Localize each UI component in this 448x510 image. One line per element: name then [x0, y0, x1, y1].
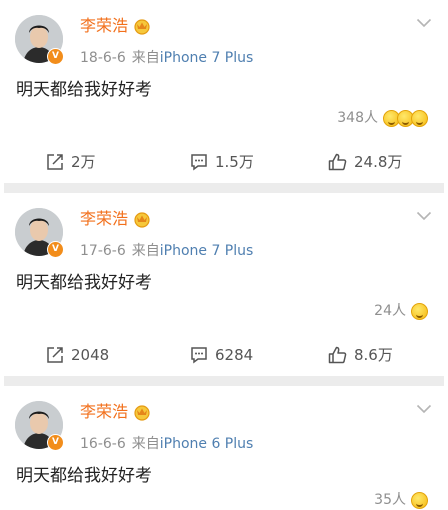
post-text: 明天都给我好好考: [16, 80, 152, 100]
repost-count: 2万: [71, 153, 96, 171]
repost-button[interactable]: 2048: [46, 341, 109, 369]
thumbs-up-icon: [328, 153, 347, 171]
like-button[interactable]: 24.8万: [328, 148, 402, 176]
chevron-down-icon[interactable]: [416, 211, 432, 221]
comment-count: 1.5万: [215, 153, 254, 171]
verified-badge: V: [47, 241, 64, 258]
reaction-emojis: [411, 491, 428, 509]
laugh-emoji-icon: [411, 302, 428, 320]
chevron-down-icon[interactable]: [416, 18, 432, 28]
post-date: 17-6-6: [80, 243, 126, 259]
repost-count: 2048: [71, 346, 110, 364]
thumbs-up-icon: [328, 346, 347, 364]
weibo-post: V 李荣浩 17-6-6 来自iPhone 7 Plus 明天都给我好好考 24人…: [0, 193, 448, 376]
chevron-down-icon[interactable]: [416, 404, 432, 414]
comment-icon: [191, 154, 207, 171]
author-name[interactable]: 李荣浩: [80, 208, 128, 230]
repost-icon: [47, 347, 63, 363]
post-date: 16-6-6: [80, 436, 126, 452]
post-meta: 18-6-6 来自iPhone 7 Plus: [80, 48, 253, 68]
crown-icon: [134, 405, 150, 421]
laugh-emoji-icon: [411, 491, 428, 509]
comment-button[interactable]: 6284: [190, 341, 253, 369]
device-link[interactable]: iPhone 6 Plus: [160, 436, 254, 452]
post-text: 明天都给我好好考: [16, 273, 152, 293]
likes-summary-count: 24人: [374, 303, 406, 319]
crown-icon: [134, 212, 150, 228]
post-divider: [4, 183, 444, 193]
weibo-post: V 李荣浩 16-6-6 来自iPhone 6 Plus 明天都给我好好考 35人: [0, 386, 448, 509]
repost-icon: [47, 154, 63, 170]
likes-summary[interactable]: 35人: [374, 490, 428, 510]
author-name[interactable]: 李荣浩: [80, 401, 128, 423]
like-button[interactable]: 8.6万: [328, 341, 393, 369]
likes-summary-count: 348人: [337, 110, 378, 126]
likes-summary[interactable]: 348人: [337, 108, 428, 128]
crown-icon: [134, 19, 150, 35]
post-meta: 16-6-6 来自iPhone 6 Plus: [80, 434, 253, 454]
source-prefix: 来自: [131, 436, 160, 452]
repost-button[interactable]: 2万: [46, 148, 96, 176]
post-meta: 17-6-6 来自iPhone 7 Plus: [80, 241, 253, 261]
verified-badge: V: [47, 434, 64, 451]
likes-summary[interactable]: 24人: [374, 301, 428, 321]
device-link[interactable]: iPhone 7 Plus: [160, 50, 254, 66]
likes-summary-count: 35人: [374, 492, 406, 508]
source-prefix: 来自: [131, 243, 160, 259]
action-bar: 2048 6284 8.6万: [0, 341, 448, 371]
post-text: 明天都给我好好考: [16, 466, 152, 486]
post-date: 18-6-6: [80, 50, 126, 66]
reaction-emojis: [411, 302, 428, 320]
like-count: 24.8万: [354, 153, 403, 171]
post-divider: [4, 376, 444, 386]
reaction-emojis: [383, 109, 428, 127]
comment-count: 6284: [215, 346, 254, 364]
weibo-post: V 李荣浩 18-6-6 来自iPhone 7 Plus 明天都给我好好考 348…: [0, 0, 448, 183]
verified-badge: V: [47, 48, 64, 65]
device-link[interactable]: iPhone 7 Plus: [160, 243, 254, 259]
comment-icon: [191, 347, 207, 364]
action-bar: 2万 1.5万 24.8万: [0, 148, 448, 178]
author-name[interactable]: 李荣浩: [80, 15, 128, 37]
source-prefix: 来自: [131, 50, 160, 66]
comment-button[interactable]: 1.5万: [190, 148, 254, 176]
like-count: 8.6万: [354, 346, 393, 364]
smile-emoji-icon: [411, 109, 428, 127]
